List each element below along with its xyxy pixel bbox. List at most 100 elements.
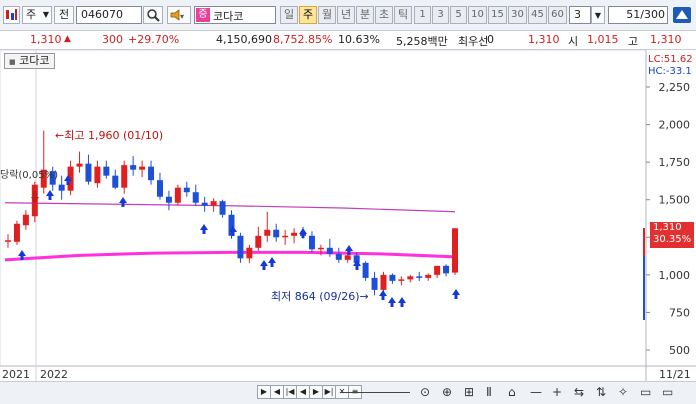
y-axis-label: 1,750 [659,156,691,169]
interval-dropdown[interactable]: ▼ [591,6,605,24]
settings-icon[interactable] [672,6,692,24]
search-icon [147,9,160,22]
search-button[interactable] [143,6,163,24]
candle-body [317,247,324,250]
candle-body [425,274,432,278]
chevron-down-icon: ▼ [594,11,602,20]
zoom-in-icon[interactable]: ⊕ [442,385,452,399]
nav-prev-icon[interactable]: ◀ [296,385,310,399]
low-annotation: 최저 864 (09/26)→ [271,288,369,304]
interval-button[interactable]: 10 [468,6,487,24]
chart-type-select[interactable]: 주 ▼ [22,6,52,24]
grid-icon[interactable]: ⊞ [464,385,474,399]
stock-name: 코다코 [213,10,244,23]
candle-body [237,235,244,259]
turnover: 10.63% [338,33,380,46]
nav-back-icon[interactable]: ◀ [270,385,284,399]
zoom-slider[interactable] [340,392,410,393]
interval-button[interactable]: 60 [548,6,567,24]
buy-signal-icon [390,303,394,307]
buy-signal-icon [454,295,458,299]
interval-button[interactable]: 30 [508,6,527,24]
buy-signal-icon [262,266,266,270]
period-tab[interactable]: 틱 [394,6,412,24]
period-tab[interactable]: 초 [375,6,393,24]
buy-signal-icon [231,232,235,236]
candle-body [13,223,20,242]
buy-signal-icon [270,263,274,267]
count-input[interactable]: 51/300 [608,6,668,24]
left-annotation: 당락(0,05%) [0,170,58,181]
y-axis-label: 2,250 [659,81,691,94]
candle-body [165,196,172,203]
current-price: 1,310 [30,33,62,46]
stock-name-field[interactable]: 증 코다코 [194,6,276,24]
candle-body [282,235,289,238]
right-arrow-icon: → [359,290,369,303]
sparkle-icon[interactable]: ✧ [618,385,628,399]
hc-label: HC:-33.1 [648,66,692,77]
candle-body [148,166,155,181]
interval-button[interactable]: 1 [414,6,431,24]
candlestick-chart[interactable]: 2,2502,0001,7501,5001,2501,0007505002021… [0,50,696,381]
chart-tab-label: 코다코 [19,54,50,67]
candle-body [326,247,333,254]
box-icon[interactable]: ▭ [640,385,651,399]
period-tab[interactable]: 년 [337,6,355,24]
lc-label: LC:51.62 [648,54,693,65]
stock-code-value: 046070 [81,8,123,21]
chart-tab[interactable]: ■ 코다코 [4,53,55,69]
y-axis-label: 750 [669,306,690,319]
ask-price: 1,310 [528,33,560,46]
current-price-tag: 1,310 30.35% [650,222,694,248]
chart-area[interactable]: 2,2502,0001,7501,5001,2501,0007505002021… [0,50,696,381]
market-button[interactable]: 전 [54,6,74,24]
nav-next-icon[interactable]: ▶ [309,385,323,399]
candle-body [156,180,163,197]
horizontal-arrows-icon[interactable]: ⇆ [574,385,584,399]
interval-button[interactable]: 5 [450,6,467,24]
price-change: 300 [102,33,123,46]
candle-body [264,229,271,236]
candle-body [5,240,11,242]
minus-icon[interactable]: — [530,385,542,399]
candle-body [219,201,226,215]
vertical-arrows-icon[interactable]: ⇅ [596,385,606,399]
y-axis-label: 1,500 [659,194,691,207]
pause-icon[interactable]: Ⅱ [486,385,492,399]
nav-last-icon[interactable]: ▶| [322,385,336,399]
left-arrow-icon: ← [55,129,65,142]
period-tab[interactable]: 일 [280,6,298,24]
speaker-icon: ▾ [170,9,184,21]
price-range-bar [643,228,645,256]
interval-input[interactable]: 3 [569,6,591,24]
speaker-button[interactable]: ▾ [167,6,191,24]
y-axis-label: 2,000 [659,119,691,132]
interval-button[interactable]: 3 [432,6,449,24]
high-price: 1,310 [650,33,682,46]
candle-body [389,274,396,281]
period-tab[interactable]: 분 [356,6,374,24]
period-tab[interactable]: 월 [318,6,336,24]
buy-signal-icon [347,251,351,255]
footer-bar: ▶◀|◀◀▶▶|✕≡ ⊙⊕⊞Ⅱ⌂—+⇆⇅✧▭▭ [0,381,696,404]
high-label: 고 [628,35,639,48]
nav-play-icon[interactable]: ▶ [257,385,271,399]
count-total: /300 [640,8,665,21]
stock-code-input[interactable]: 046070 [76,6,142,24]
candle-body [273,229,280,238]
period-tab[interactable]: 주 [299,6,317,24]
buy-signal-icon [301,234,305,238]
box-icon[interactable]: ▭ [662,385,673,399]
chart-icon[interactable] [3,6,20,24]
home-icon[interactable]: ⌂ [508,385,516,399]
nav-first-icon[interactable]: |◀ [283,385,297,399]
candle-body [103,166,110,176]
interval-button[interactable]: 15 [488,6,507,24]
zoom-out-icon[interactable]: ⊙ [420,385,430,399]
candle-body [416,276,423,278]
open-price: 1,015 [587,33,619,46]
plus-icon[interactable]: + [552,385,562,399]
volume-pct: 8,752.85% [273,33,333,46]
interval-button[interactable]: 45 [528,6,547,24]
